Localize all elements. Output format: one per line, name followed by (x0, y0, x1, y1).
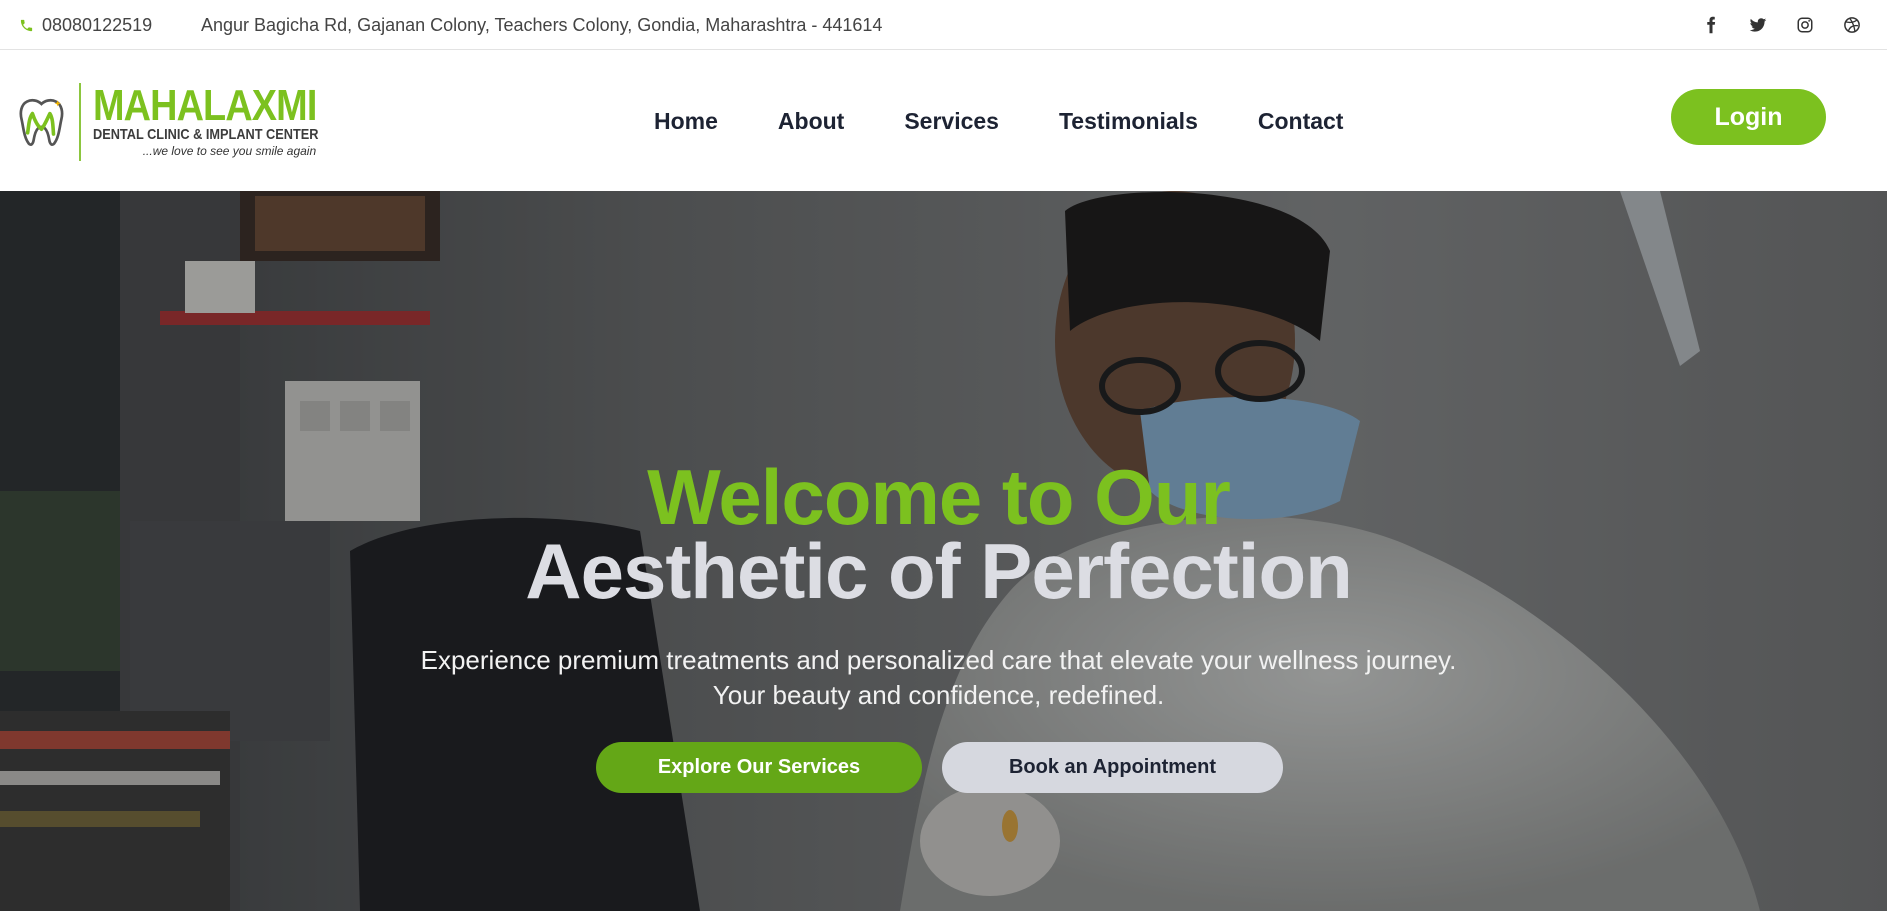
hero-content: Welcome to Our Aesthetic of Perfection E… (0, 191, 1887, 911)
logo-tagline: ...we love to see you smile again (142, 144, 317, 158)
hero-heading-line1: Welcome to Our (647, 453, 1231, 541)
clinic-logo[interactable]: MAHALAXMI DENTAL CLINIC & IMPLANT CENTER… (18, 79, 358, 165)
nav-about[interactable]: About (778, 108, 844, 135)
nav-home[interactable]: Home (654, 108, 718, 135)
hero-heading-line2: Aesthetic of Perfection (525, 527, 1353, 615)
dribbble-link[interactable] (1840, 13, 1864, 37)
instagram-icon (1797, 17, 1813, 33)
book-appointment-button[interactable]: Book an Appointment (942, 742, 1283, 793)
twitter-icon (1749, 18, 1767, 32)
social-links (1699, 0, 1864, 50)
dribbble-icon (1844, 17, 1860, 33)
address-text: Angur Bagicha Rd, Gajanan Colony, Teache… (201, 14, 883, 35)
nav-services[interactable]: Services (904, 108, 999, 135)
logo-name: MAHALAXMI (92, 81, 317, 130)
explore-services-button[interactable]: Explore Our Services (596, 742, 922, 793)
phone-contact[interactable]: 08080122519 (19, 0, 152, 50)
logo-text: MAHALAXMI DENTAL CLINIC & IMPLANT CENTER… (92, 81, 358, 159)
phone-icon (20, 19, 33, 31)
facebook-icon (1707, 16, 1716, 34)
top-bar: 08080122519 Angur Bagicha Rd, Gajanan Co… (0, 0, 1887, 50)
logo-divider (78, 83, 81, 161)
tooth-logo-icon (19, 98, 64, 146)
hero-section: Welcome to Our Aesthetic of Perfection E… (0, 191, 1887, 911)
twitter-link[interactable] (1746, 13, 1770, 37)
main-nav: Home About Services Testimonials Contact (654, 51, 1403, 191)
nav-testimonials[interactable]: Testimonials (1059, 108, 1198, 135)
phone-number[interactable]: 08080122519 (42, 15, 152, 36)
nav-contact[interactable]: Contact (1258, 108, 1344, 135)
hero-description: Experience premium treatments and person… (420, 645, 1457, 710)
logo-subtitle: DENTAL CLINIC & IMPLANT CENTER (92, 126, 319, 143)
facebook-link[interactable] (1699, 13, 1723, 37)
instagram-link[interactable] (1793, 13, 1817, 37)
login-button[interactable]: Login (1671, 89, 1826, 145)
site-header: MAHALAXMI DENTAL CLINIC & IMPLANT CENTER… (0, 51, 1887, 191)
